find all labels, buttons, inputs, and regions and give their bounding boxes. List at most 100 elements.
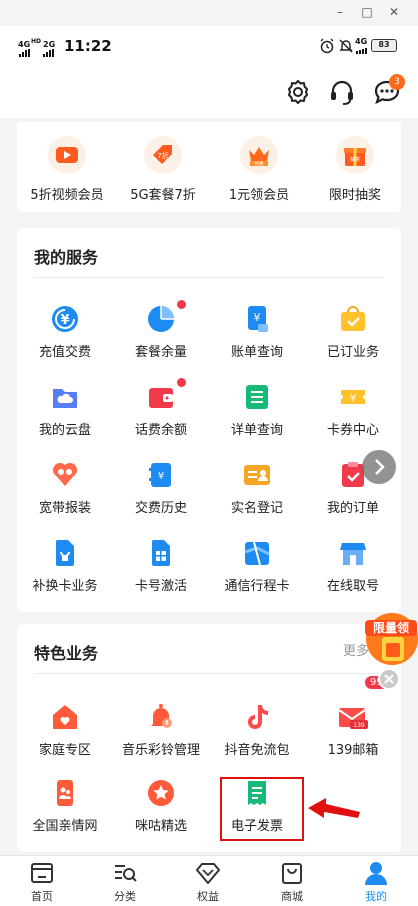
- status-bar: 4G HD 2G 11:22 4G 83: [0, 26, 418, 66]
- tab-profile[interactable]: 我的: [346, 860, 406, 904]
- shopping-bag-icon: [282, 863, 302, 884]
- promo-item-5g[interactable]: 7折 5G套餐7折: [115, 136, 211, 203]
- home-tab-icon: [31, 863, 53, 883]
- gear-icon[interactable]: [283, 77, 313, 107]
- payment-history-icon: ¥: [146, 460, 176, 490]
- service-balance[interactable]: 话费余额: [113, 378, 209, 438]
- close-icon: [384, 674, 394, 684]
- new-dot: [177, 378, 186, 387]
- maximize-button[interactable]: □: [357, 2, 377, 22]
- service-bill[interactable]: ¥ 账单查询: [209, 304, 305, 360]
- featured-family-zone[interactable]: 家庭专区: [17, 702, 113, 758]
- coupon-icon: ¥: [338, 382, 368, 412]
- promo-item-video[interactable]: 5折视频会员: [19, 136, 115, 203]
- detail-list-icon: [242, 382, 272, 412]
- service-subscribed[interactable]: 已订业务: [305, 304, 401, 360]
- service-cloud-drive[interactable]: 我的云盘: [17, 382, 113, 438]
- promo-item-lottery[interactable]: 抽奖 限时抽奖: [307, 136, 403, 203]
- network-label-1: 4G: [18, 40, 31, 49]
- category-search-icon: [115, 865, 137, 882]
- tab-benefits[interactable]: 权益: [178, 860, 238, 904]
- svg-text:¥: ¥: [350, 393, 356, 404]
- video-icon: [48, 136, 86, 174]
- featured-douyin-package[interactable]: 抖音免流包: [209, 702, 305, 758]
- bill-icon: ¥: [242, 304, 272, 334]
- signal-bars-icon: [19, 49, 54, 57]
- promo-item-member[interactable]: 特惠 1元领会员: [211, 136, 307, 203]
- customer-service-icon[interactable]: [327, 77, 357, 107]
- floating-promo[interactable]: 限量领: [362, 609, 418, 667]
- crown-icon: 特惠: [240, 136, 278, 174]
- featured-migu[interactable]: 咪咕精选: [113, 778, 209, 834]
- svg-text:7折: 7折: [157, 151, 168, 160]
- travel-card-icon: [242, 538, 272, 568]
- divider: [34, 673, 384, 674]
- float-promo-label: 限量领: [365, 620, 417, 636]
- network-label-2: 2G: [43, 40, 56, 49]
- service-travel-card[interactable]: 通信行程卡: [209, 538, 305, 594]
- service-sim-swap[interactable]: 补换卡业务: [17, 538, 113, 594]
- store-icon: [338, 538, 368, 568]
- discount-tag-icon: 7折: [144, 136, 182, 174]
- yuan-recharge-icon: ¥: [50, 304, 80, 334]
- service-payment-history[interactable]: ¥ 交费历史: [113, 460, 209, 516]
- wallet-icon: [146, 378, 186, 412]
- sim-swap-icon: [50, 538, 80, 568]
- signal-small-icon: [356, 48, 367, 54]
- tab-home[interactable]: 首页: [12, 860, 72, 904]
- featured-139-mail[interactable]: 139 99+ 139邮箱: [305, 676, 401, 758]
- section-title-featured: 特色业务: [34, 644, 99, 663]
- svg-text:¥: ¥: [254, 311, 261, 324]
- divider: [34, 277, 384, 278]
- service-detail-list[interactable]: 详单查询: [209, 382, 305, 438]
- svg-text:139: 139: [353, 722, 365, 729]
- scroll-next-button[interactable]: [362, 450, 396, 484]
- broadband-icon: [50, 460, 80, 490]
- tab-mall[interactable]: 商城: [262, 860, 322, 904]
- home-icon: [50, 702, 80, 732]
- network-label-3: 4G: [355, 37, 368, 46]
- star-badge-icon: [146, 778, 176, 808]
- alarm-icon: [320, 38, 334, 54]
- status-time: 11:22: [64, 37, 112, 55]
- network-hd-label: HD: [31, 38, 42, 45]
- subscribed-bag-icon: [338, 304, 368, 334]
- annotation-arrow-icon: [308, 798, 360, 818]
- service-sim-activate[interactable]: 卡号激活: [113, 538, 209, 594]
- top-header: [0, 66, 418, 118]
- service-broadband[interactable]: 宽带报装: [17, 460, 113, 516]
- pie-chart-icon: [146, 300, 186, 334]
- gift-icon: 抽奖: [336, 136, 374, 174]
- promo-strip: 5折视频会员 7折 5G套餐7折 特惠 1元领会员 抽奖 限时抽奖: [17, 122, 401, 212]
- window-titlebar: – □ ✕: [0, 0, 418, 26]
- service-package-balance[interactable]: 套餐余量: [113, 300, 209, 360]
- mute-bell-icon: [339, 39, 353, 53]
- featured-family-network[interactable]: 全国亲情网: [17, 778, 113, 834]
- battery-indicator: 83: [371, 39, 397, 52]
- bottom-tab-bar: 首页 分类 权益 商城 我的: [0, 855, 418, 906]
- close-promo-button[interactable]: [378, 668, 400, 690]
- service-real-name[interactable]: 实名登记: [209, 460, 305, 516]
- my-services-card: 我的服务 ¥ 充值交费 套餐余量 ¥ 账单查询 已订业务 我的云盘 话费余额 详…: [17, 228, 401, 612]
- close-button[interactable]: ✕: [384, 2, 404, 22]
- mail-icon: 139: [338, 702, 368, 732]
- svg-text:¥: ¥: [158, 471, 164, 482]
- svg-text:特惠: 特惠: [255, 160, 264, 167]
- minimize-button[interactable]: –: [330, 2, 350, 22]
- chevron-right-icon: [375, 459, 385, 475]
- svg-text:抽奖: 抽奖: [350, 156, 360, 163]
- service-recharge[interactable]: ¥ 充值交费: [17, 304, 113, 360]
- highlight-box: [220, 777, 304, 841]
- svg-text:¥: ¥: [60, 313, 69, 328]
- bell-icon: [146, 702, 176, 732]
- tab-category[interactable]: 分类: [95, 860, 155, 904]
- cloud-folder-icon: [50, 382, 80, 412]
- service-coupon[interactable]: ¥ 卡券中心: [305, 382, 401, 438]
- tiktok-icon: [242, 702, 272, 732]
- service-online-queue[interactable]: 在线取号: [305, 538, 401, 594]
- profile-icon: [365, 862, 387, 885]
- diamond-icon: [196, 863, 220, 884]
- id-card-icon: [242, 460, 272, 490]
- message-count-badge: 3: [389, 74, 405, 90]
- featured-ringtone[interactable]: 音乐彩铃管理: [113, 702, 209, 758]
